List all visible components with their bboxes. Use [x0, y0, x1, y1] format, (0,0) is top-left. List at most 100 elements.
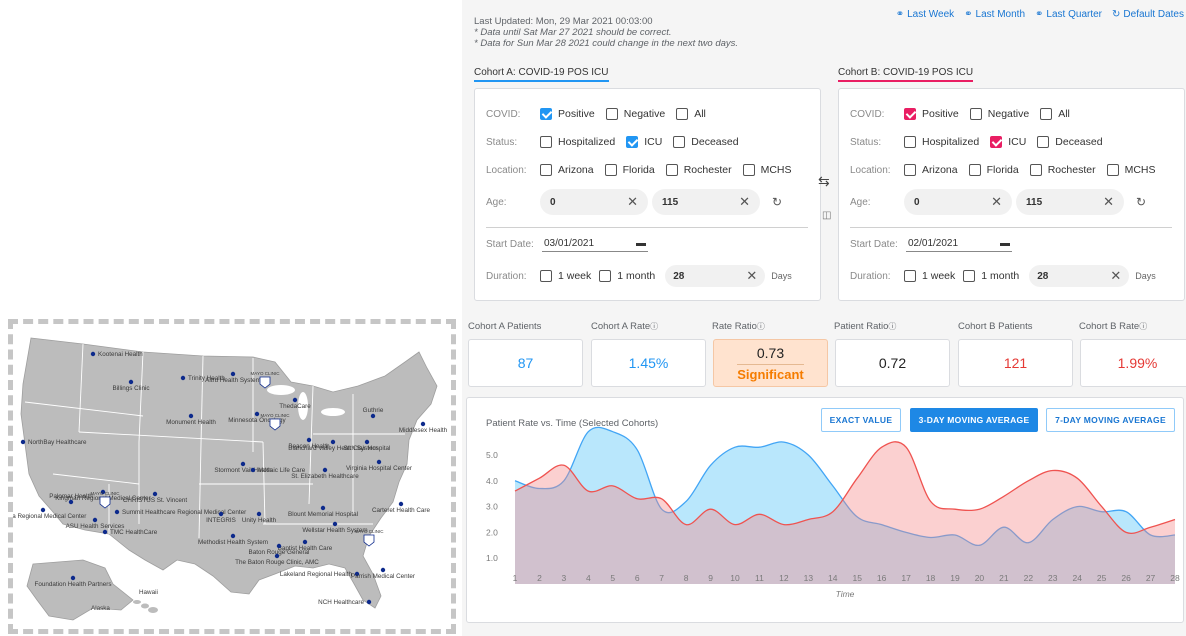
location-checkbox[interactable]: MCHS	[742, 164, 792, 176]
cohort-a-patients-value: 87	[468, 339, 583, 387]
data-note-1: * Data until Sat Mar 27 2021 should be c…	[474, 27, 672, 38]
metric-label-text: Cohort A Rate	[591, 321, 651, 332]
site-dot	[40, 507, 46, 513]
exact-value-button[interactable]: EXACT VALUE	[821, 408, 901, 432]
site-dot	[320, 505, 326, 511]
status-row: Status: Hospitalized ICU Deceased	[850, 133, 1114, 151]
checkbox-icon	[540, 136, 552, 148]
status-checkbox[interactable]: Deceased	[1037, 136, 1103, 148]
covid-checkbox[interactable]: All	[1040, 108, 1070, 120]
site-dot	[114, 509, 120, 515]
site-label: Kootenai Health	[98, 351, 143, 358]
location-label: Location:	[850, 164, 891, 176]
location-checkbox[interactable]: Arizona	[540, 164, 594, 176]
location-checkbox[interactable]: Florida	[968, 164, 1019, 176]
start-date-input[interactable]: 02/01/2021 ▬	[906, 236, 1012, 252]
location-checkbox[interactable]: Arizona	[904, 164, 958, 176]
info-icon[interactable]: ⓘ	[650, 322, 658, 331]
metric-label-text: Patient Ratio	[834, 321, 889, 332]
info-icon[interactable]: ⓘ	[757, 322, 765, 331]
status-checkbox[interactable]: Deceased	[673, 136, 739, 148]
start-date-input[interactable]: 03/01/2021 ▬	[542, 236, 648, 252]
compare-icon[interactable]: ◫	[822, 210, 831, 221]
clear-icon[interactable]: ✕	[1103, 194, 1114, 210]
x-tick-label: 12	[779, 573, 789, 583]
covid-checkbox[interactable]: Negative	[605, 108, 665, 120]
covid-checkbox[interactable]: Positive	[904, 108, 959, 120]
status-checkbox[interactable]: ICU	[626, 136, 662, 148]
site-dot	[70, 575, 76, 581]
duration-input[interactable]: 28 ✕	[665, 265, 766, 287]
clear-icon[interactable]: ✕	[739, 194, 750, 210]
default-dates-link[interactable]: ↻ Default Dates	[1112, 9, 1184, 20]
site-label: Parrish Medical Center	[351, 573, 415, 580]
status-checkbox[interactable]: ICU	[990, 136, 1026, 148]
hawaii-island	[141, 603, 149, 609]
swap-cohorts-icon[interactable]: ⇆	[818, 173, 830, 190]
site-marker[interactable]: Summit Healthcare Regional Medical Cente…	[114, 509, 246, 516]
age-min-input[interactable]: 0 ✕	[904, 189, 1012, 215]
checkbox-icon	[969, 108, 982, 120]
duration-input[interactable]: 28 ✕	[1029, 265, 1130, 287]
start-date-row: Start Date: 02/01/2021 ▬	[850, 235, 1012, 253]
metric-label-text: Cohort B Rate	[1079, 321, 1140, 332]
location-checkbox[interactable]: Rochester	[665, 164, 732, 176]
mayo-label: MAYO CLINIC	[251, 371, 281, 376]
duration-checkbox[interactable]: 1 month	[599, 270, 655, 282]
clear-icon[interactable]: ✕	[991, 194, 1002, 210]
site-dot	[366, 599, 372, 605]
site-marker[interactable]: NCH Healthcare	[318, 599, 372, 606]
us-map-svg: Alaska Hawaii Kootenai Health Billings Clin…	[13, 337, 448, 621]
clear-icon[interactable]: ✕	[746, 268, 757, 284]
metric-value: 1.45%	[628, 355, 669, 371]
site-label: Blount Memorial Hospital	[288, 511, 358, 518]
site-dot	[330, 439, 336, 445]
reset-age-icon[interactable]: ↻	[772, 195, 782, 209]
location-checkbox[interactable]: Florida	[604, 164, 655, 176]
duration-checkbox[interactable]: 1 week	[540, 270, 591, 282]
duration-checkbox[interactable]: 1 month	[963, 270, 1019, 282]
calendar-icon[interactable]: ▬	[1000, 238, 1010, 249]
last-month-link[interactable]: ⚭ Last Month	[964, 9, 1025, 20]
site-label: Billings Clinic	[112, 385, 149, 392]
seven-day-average-button[interactable]: 7-DAY MOVING AVERAGE	[1046, 408, 1175, 432]
calendar-icon[interactable]: ▬	[636, 238, 646, 249]
checkbox-icon	[665, 164, 678, 176]
site-marker[interactable]: Kootenai Health	[90, 351, 144, 358]
site-dot	[128, 379, 134, 385]
site-label: ThedaCare	[279, 403, 311, 410]
patient-ratio-label: Patient Ratioⓘ	[834, 321, 896, 332]
reset-age-icon[interactable]: ↻	[1136, 195, 1146, 209]
clear-icon[interactable]: ✕	[1110, 268, 1121, 284]
x-tick-label: 10	[730, 573, 740, 583]
info-icon[interactable]: ⓘ	[888, 322, 896, 331]
covid-checkbox[interactable]: All	[676, 108, 706, 120]
three-day-average-button[interactable]: 3-DAY MOVING AVERAGE	[910, 408, 1038, 432]
location-checkbox[interactable]: MCHS	[1106, 164, 1156, 176]
last-week-link[interactable]: ⚭ Last Week	[896, 9, 954, 20]
covid-checkbox[interactable]: Positive	[540, 108, 595, 120]
age-max-input[interactable]: 115 ✕	[1016, 189, 1124, 215]
duration-checkbox[interactable]: 1 week	[904, 270, 955, 282]
site-marker[interactable]: Lakeland Regional Health	[280, 571, 360, 578]
site-marker[interactable]: NorthBay Healthcare	[20, 439, 87, 446]
site-dot	[20, 439, 26, 445]
site-dot	[188, 413, 194, 419]
checkbox-label: 1 month	[981, 270, 1020, 282]
cohort-b-patients-label: Cohort B Patients	[958, 321, 1032, 332]
age-min-input[interactable]: 0 ✕	[540, 189, 648, 215]
last-quarter-link[interactable]: ⚭ Last Quarter	[1035, 9, 1102, 20]
status-checkbox[interactable]: Hospitalized	[904, 136, 979, 148]
clear-icon[interactable]: ✕	[627, 194, 638, 210]
site-marker[interactable]: TMC HealthCare	[102, 529, 158, 536]
checkbox-icon	[1029, 164, 1042, 176]
dashboard-panel: Last Updated: Mon, 29 Mar 2021 00:03:00 …	[462, 0, 1186, 636]
status-checkbox[interactable]: Hospitalized	[540, 136, 615, 148]
age-max-input[interactable]: 115 ✕	[652, 189, 760, 215]
x-tick-label: 24	[1072, 573, 1082, 583]
checkbox-icon	[904, 164, 916, 176]
covid-checkbox[interactable]: Negative	[969, 108, 1029, 120]
location-checkbox[interactable]: Rochester	[1029, 164, 1096, 176]
duration-label: Duration:	[850, 270, 891, 282]
info-icon[interactable]: ⓘ	[1139, 322, 1147, 331]
